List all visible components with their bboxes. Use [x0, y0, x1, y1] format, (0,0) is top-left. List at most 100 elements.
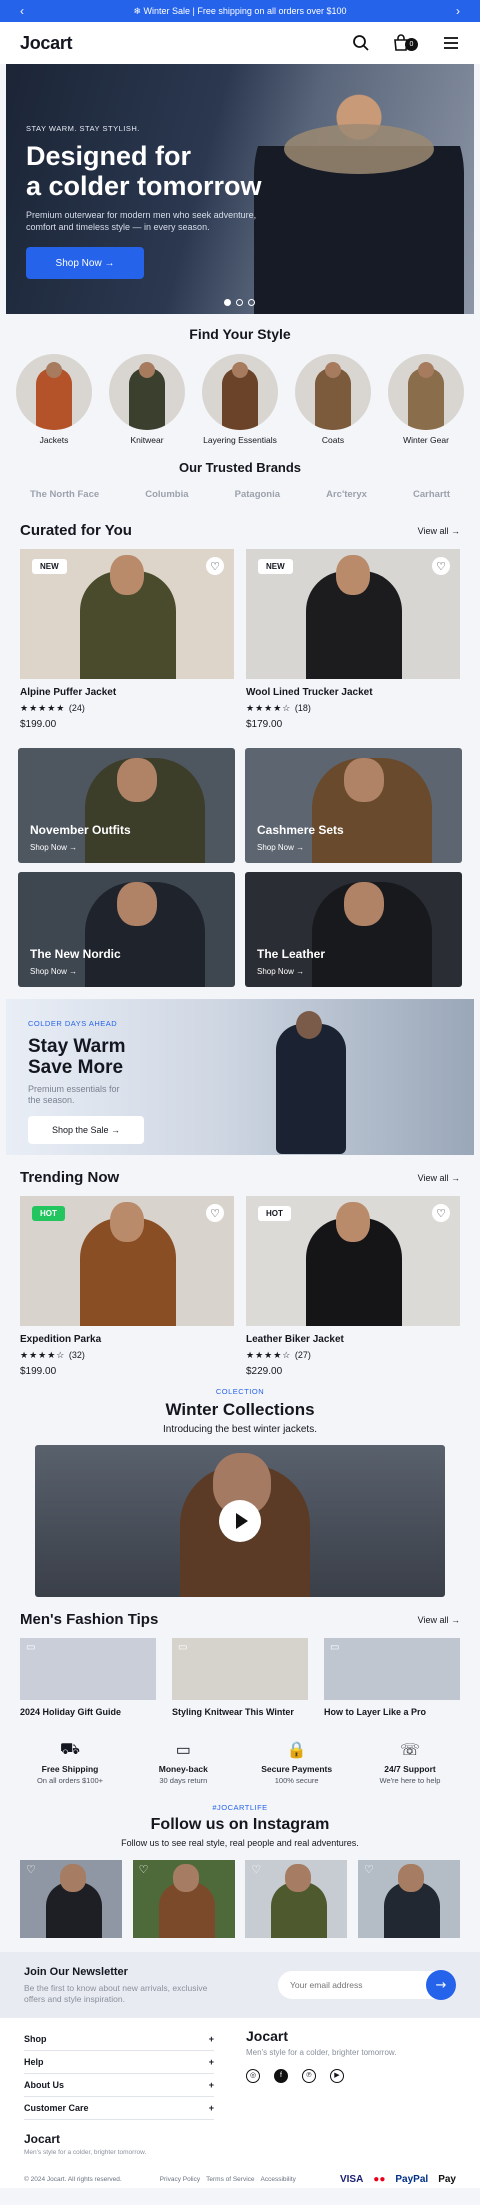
newsletter-submit-button[interactable]: → [426, 1970, 456, 2000]
product-card[interactable]: HOT ♡ Leather Biker Jacket ★★★★☆ (27) $229.0… [246, 1196, 460, 1377]
announcement-next-button[interactable]: › [456, 4, 460, 18]
rating-stars: ★★★★☆ [20, 1350, 66, 1360]
brand-logo[interactable]: The North Face [30, 489, 99, 500]
footer-menu-item[interactable]: Customer Care + [24, 2097, 214, 2120]
brand-logo[interactable]: Arc'teryx [326, 489, 367, 500]
footer-menu-label: Help [24, 2057, 44, 2067]
collection-shop-link[interactable]: Shop Now → [257, 967, 304, 976]
brand-logo[interactable]: Patagonia [235, 489, 280, 500]
wishlist-heart-icon[interactable]: ♡ [432, 557, 450, 575]
post-heart-icon[interactable]: ♡ [364, 1863, 374, 1876]
hero-shop-now-button[interactable]: Shop Now → [26, 247, 144, 279]
product-card[interactable]: HOT ♡ Expedition Parka ★★★★☆ (32) $199.00 [20, 1196, 234, 1377]
collection-card[interactable]: The New Nordic Shop Now → [18, 872, 235, 987]
feature-subtitle: 30 days return [159, 1776, 208, 1785]
hero-fur-collar [284, 124, 434, 174]
post-heart-icon[interactable]: ♡ [139, 1863, 149, 1876]
trending-section: Trending Now View all → HOT ♡ Expedition P… [0, 1169, 480, 1377]
category-item[interactable]: Coats [295, 354, 371, 446]
product-name: Alpine Puffer Jacket [20, 687, 117, 698]
wishlist-heart-icon[interactable]: ♡ [206, 1204, 224, 1222]
category-image [16, 354, 92, 430]
carousel-dot[interactable] [248, 299, 255, 306]
pinterest-icon[interactable]: ℗ [302, 2069, 316, 2083]
product-image: HOT ♡ [246, 1196, 460, 1326]
product-model-head [336, 1202, 370, 1242]
product-card[interactable]: NEW ♡ Wool Lined Trucker Jacket ★★★★☆ (18) $… [246, 549, 460, 730]
carousel-dot[interactable] [224, 299, 231, 306]
feature-title: Money-back [158, 1764, 208, 1774]
footer-menu-item[interactable]: Help + [24, 2051, 214, 2074]
category-item[interactable]: Jackets [16, 354, 92, 446]
announcement-prev-button[interactable]: ‹ [20, 4, 24, 18]
product-model-head [110, 1202, 144, 1242]
banner-eyebrow: COLDER DAYS AHEAD [28, 1019, 118, 1028]
collection-card[interactable]: Cashmere Sets Shop Now → [245, 748, 462, 863]
instagram-post[interactable]: ♡ [132, 1860, 235, 1938]
site-header: Jocart 0 [0, 22, 480, 64]
category-label: Layering Essentials [203, 435, 277, 445]
footer-menu-item[interactable]: About Us + [24, 2074, 214, 2097]
legal-link[interactable]: Accessibility [261, 2176, 296, 2183]
trending-view-all-link[interactable]: View all → [418, 1173, 460, 1183]
bookmark-icon[interactable]: ▭ [330, 1642, 339, 1653]
legal-link[interactable]: Terms of Service [206, 2176, 254, 2183]
bookmark-icon[interactable]: ▭ [26, 1642, 35, 1653]
lock-icon: 🔒 [286, 1742, 307, 1759]
plus-icon: + [208, 2057, 214, 2067]
post-heart-icon[interactable]: ♡ [251, 1863, 261, 1876]
menu-icon[interactable] [442, 34, 460, 52]
video-play-button[interactable] [219, 1500, 261, 1542]
instagram-post[interactable]: ♡ [357, 1860, 460, 1938]
carousel-dot[interactable] [236, 299, 243, 306]
curated-view-all-link[interactable]: View all → [418, 526, 460, 536]
facebook-icon[interactable]: f [274, 2069, 288, 2083]
tip-card[interactable]: ▭ How to Layer Like a Pro [324, 1638, 460, 1718]
collection-shop-link[interactable]: Shop Now → [257, 843, 304, 852]
newsletter-section: Join Our Newsletter Be the first to know… [0, 1952, 480, 2018]
wishlist-heart-icon[interactable]: ♡ [206, 557, 224, 575]
category-item[interactable]: Knitwear [109, 354, 185, 446]
wishlist-heart-icon[interactable]: ♡ [432, 1204, 450, 1222]
tips-title: Men's Fashion Tips [20, 1611, 159, 1628]
product-card[interactable]: NEW ♡ Alpine Puffer Jacket ★★★★★ (24) $199.0… [20, 549, 234, 730]
youtube-icon[interactable]: ▶ [330, 2069, 344, 2083]
collection-shop-link[interactable]: Shop Now → [30, 843, 77, 852]
tip-card[interactable]: ▭ 2024 Holiday Gift Guide [20, 1638, 156, 1718]
footer-menu-item[interactable]: Shop + [24, 2028, 214, 2051]
site-logo[interactable]: Jocart [20, 33, 73, 54]
footer-menu-label: Customer Care [24, 2103, 89, 2113]
brand-logo[interactable]: Carhartt [413, 489, 450, 500]
collection-card[interactable]: The Leather Shop Now → [245, 872, 462, 987]
winter-video[interactable] [35, 1445, 445, 1597]
instagram-subtitle: Follow us to see real style, real people… [121, 1838, 359, 1848]
category-image [295, 354, 371, 430]
play-icon [235, 1513, 248, 1529]
instagram-tag[interactable]: #JOCARTLIFE [0, 1803, 480, 1812]
collection-card[interactable]: November Outfits Shop Now → [18, 748, 235, 863]
apple-pay-icon: Pay [438, 2174, 456, 2185]
category-item[interactable]: Winter Gear [388, 354, 464, 446]
product-rating: ★★★★★ (24) [20, 703, 234, 714]
banner-shop-sale-button[interactable]: Shop the Sale → [28, 1116, 144, 1144]
instagram-icon[interactable]: ◎ [246, 2069, 260, 2083]
post-heart-icon[interactable]: ♡ [26, 1863, 36, 1876]
search-icon[interactable] [352, 34, 370, 52]
brand-logo[interactable]: Columbia [145, 489, 188, 500]
banner-subtitle: Premium essentials for the season. [28, 1084, 120, 1105]
category-item[interactable]: Layering Essentials [202, 354, 278, 446]
feature-subtitle: We're here to help [379, 1776, 441, 1785]
legal-link[interactable]: Privacy Policy [160, 2176, 200, 2183]
hero-title-line2: a colder tomorrow [26, 171, 262, 201]
product-model-head [336, 555, 370, 595]
bookmark-icon[interactable]: ▭ [178, 1642, 187, 1653]
collection-title: November Outfits [30, 823, 131, 837]
rating-stars: ★★★★★ [20, 703, 66, 713]
tips-view-all-link[interactable]: View all → [418, 1615, 460, 1625]
instagram-post[interactable]: ♡ [20, 1860, 122, 1938]
collection-shop-link[interactable]: Shop Now → [30, 967, 77, 976]
instagram-post[interactable]: ♡ [245, 1860, 348, 1938]
collection-model-head [344, 758, 384, 802]
cart-icon[interactable]: 0 [392, 34, 420, 52]
tip-card[interactable]: ▭ Styling Knitwear This Winter [172, 1638, 308, 1718]
